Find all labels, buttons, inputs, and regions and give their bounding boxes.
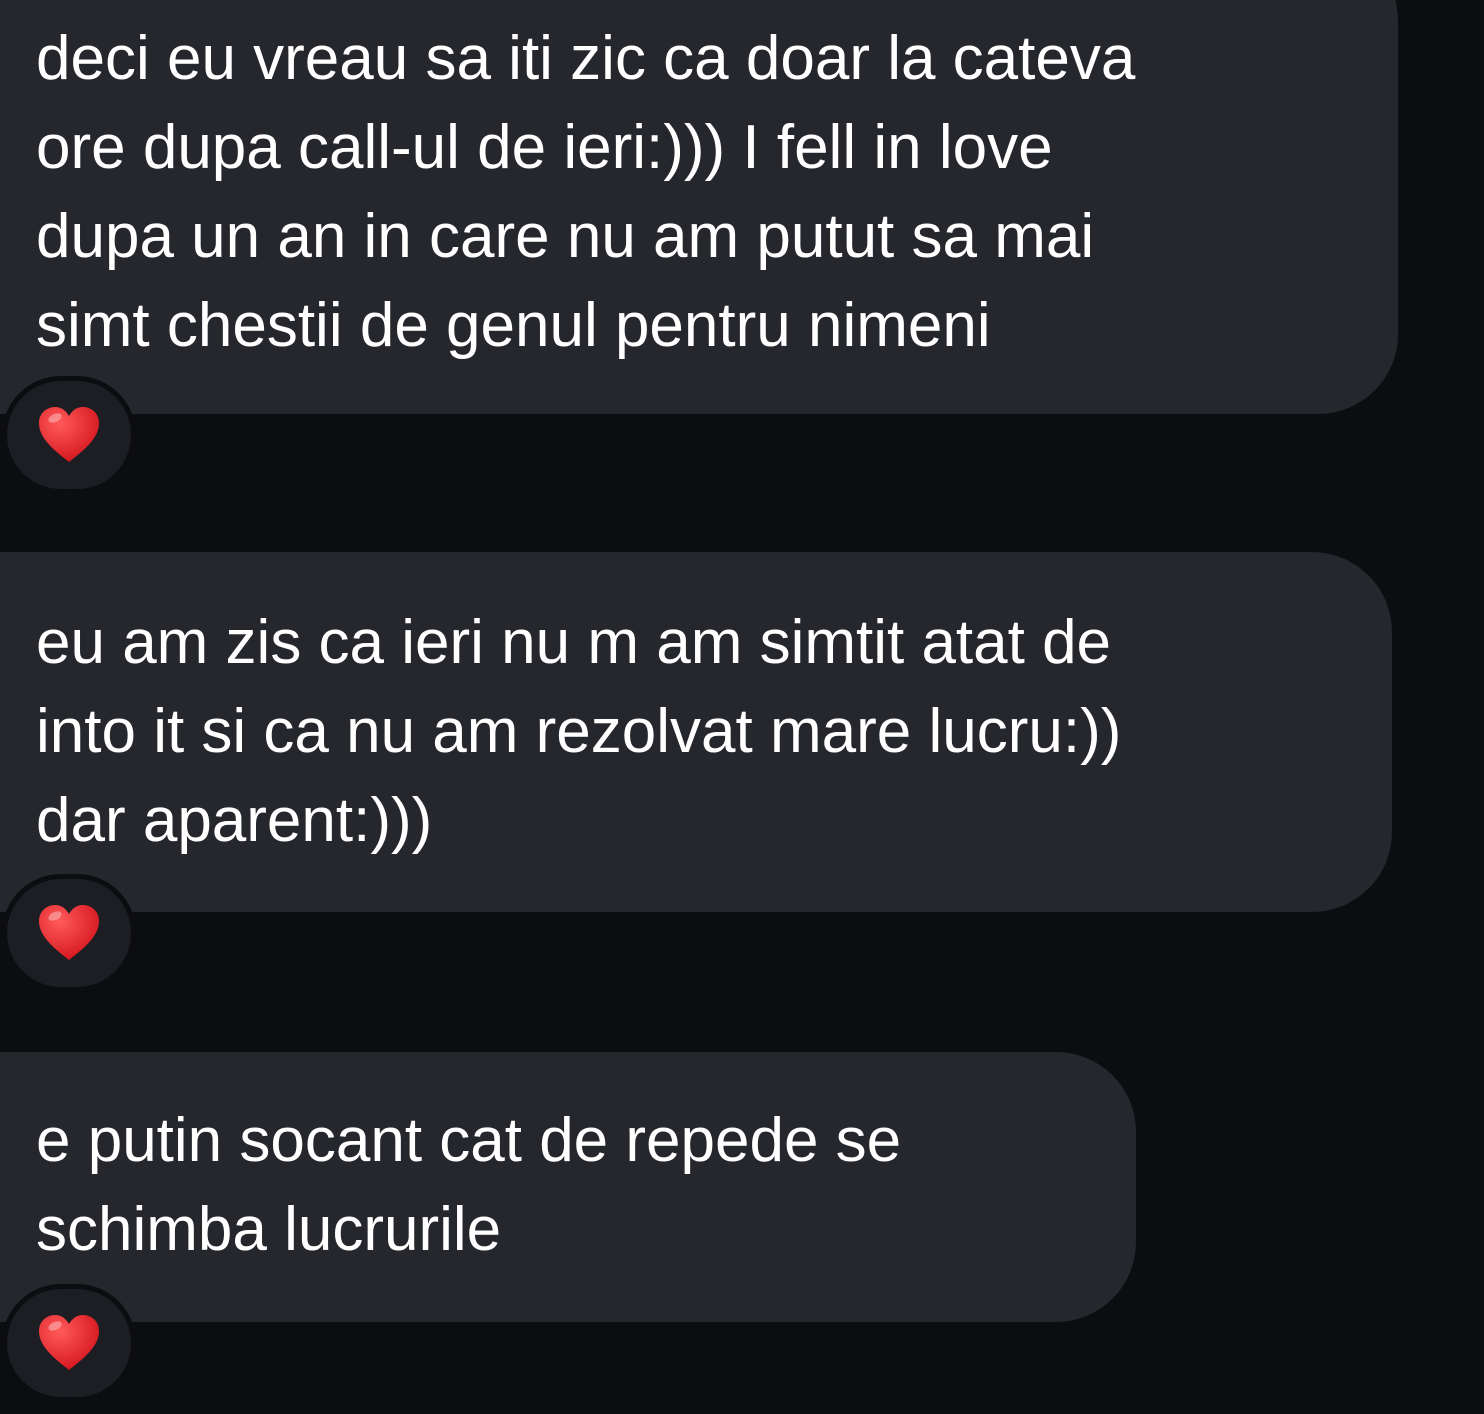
chat-screen: deci eu vreau sa iti zic ca doar la cate…: [0, 0, 1484, 1414]
message-bubble[interactable]: eu am zis ca ieri nu m am simtit atat de…: [0, 552, 1392, 912]
reaction-badge[interactable]: [2, 874, 136, 992]
heart-icon: [39, 1315, 99, 1370]
reaction-badge[interactable]: [2, 376, 136, 494]
message-text: e putin socant cat de repede se schimba …: [36, 1106, 902, 1264]
reaction-badge[interactable]: [2, 1284, 136, 1402]
message-text: deci eu vreau sa iti zic ca doar la cate…: [36, 24, 1136, 360]
message-bubble[interactable]: e putin socant cat de repede se schimba …: [0, 1052, 1136, 1322]
message-text: eu am zis ca ieri nu m am simtit atat de…: [36, 608, 1122, 855]
heart-icon: [39, 407, 99, 462]
heart-icon: [39, 905, 99, 960]
message-bubble[interactable]: deci eu vreau sa iti zic ca doar la cate…: [0, 0, 1398, 414]
